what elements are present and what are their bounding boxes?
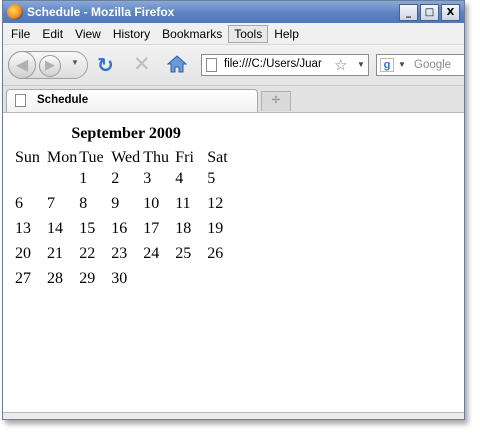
menu-edit[interactable]: Edit	[36, 25, 69, 43]
menu-file[interactable]: File	[5, 25, 36, 43]
calendar-table: September 2009 Sun Mon Tue Wed Thu Fri S…	[13, 125, 239, 294]
day-cell: 22	[79, 244, 96, 262]
day-cell: 7	[47, 194, 55, 212]
week-row: 6 7 8 9 10 11 12	[15, 194, 237, 217]
search-input[interactable]: Google	[414, 59, 451, 71]
weekday-sat: Sat	[207, 149, 228, 166]
history-dropdown-icon[interactable]: ▼	[71, 58, 79, 67]
day-cell: 20	[15, 244, 31, 262]
week-row: 20 21 22 23 24 25 26	[15, 244, 237, 267]
back-button[interactable]: ◀	[8, 51, 36, 79]
day-cell: 10	[143, 194, 160, 212]
menu-history[interactable]: History	[107, 25, 156, 43]
day-cell: 4	[175, 169, 184, 187]
calendar-caption: September 2009	[71, 125, 181, 142]
plus-icon: ✢	[271, 95, 281, 106]
title-bar: Schedule - Mozilla Firefox _ □ X	[3, 1, 464, 23]
day-cell: 29	[79, 269, 96, 287]
day-cell: 19	[207, 219, 224, 237]
day-cell: 16	[111, 219, 128, 237]
day-cell: 30	[111, 269, 128, 287]
week-row: 13 14 15 16 17 18 19	[15, 219, 237, 242]
day-cell: 3	[143, 169, 152, 187]
day-cell: 27	[15, 269, 31, 287]
back-forward-group: ◀ ▶ ▼	[8, 51, 88, 79]
day-cell: 23	[111, 244, 128, 262]
day-cell	[47, 169, 77, 192]
day-cell	[15, 169, 45, 192]
minimize-button[interactable]: _	[399, 4, 418, 21]
status-bar	[3, 412, 464, 419]
weekday-tue: Tue	[79, 149, 104, 166]
tab-bar: Schedule ✢	[3, 86, 464, 113]
reload-icon[interactable]: ↻	[97, 53, 114, 77]
page-icon	[15, 94, 26, 107]
weekday-mon: Mon	[47, 149, 78, 166]
maximize-button[interactable]: □	[420, 4, 439, 21]
stop-icon[interactable]: ✕	[133, 52, 151, 76]
google-logo-icon[interactable]: g	[380, 58, 394, 72]
day-cell	[175, 269, 205, 292]
day-cell: 12	[207, 194, 224, 212]
browser-window: Schedule - Mozilla Firefox _ □ X File Ed…	[2, 0, 465, 420]
search-bar[interactable]: g ▼ Google	[376, 54, 464, 76]
close-button[interactable]: X	[441, 4, 460, 21]
menu-help[interactable]: Help	[268, 25, 305, 43]
day-cell: 13	[15, 219, 31, 237]
day-cell: 28	[47, 269, 63, 287]
forward-button[interactable]: ▶	[39, 55, 61, 77]
week-row: 1 2 3 4 5	[15, 169, 237, 192]
address-bar[interactable]: file:///C:/Users/Juar ☆ ▼	[201, 54, 369, 76]
tab-schedule[interactable]: Schedule	[6, 89, 258, 112]
day-cell: 24	[143, 244, 160, 262]
day-cell: 9	[111, 194, 120, 212]
menu-bookmarks[interactable]: Bookmarks	[156, 25, 228, 43]
weekday-wed: Wed	[111, 149, 141, 166]
menu-view[interactable]: View	[69, 25, 107, 43]
forward-arrow-icon: ▶	[45, 58, 55, 73]
weekday-header-row: Sun Mon Tue Wed Thu Fri Sat	[15, 149, 237, 167]
search-engine-dropdown-icon[interactable]: ▼	[398, 60, 406, 69]
page-content: September 2009 Sun Mon Tue Wed Thu Fri S…	[3, 113, 464, 419]
day-cell: 21	[47, 244, 63, 262]
day-cell: 11	[175, 194, 191, 212]
day-cell	[207, 269, 237, 292]
menu-bar: File Edit View History Bookmarks Tools H…	[3, 23, 464, 45]
day-cell: 17	[143, 219, 160, 237]
address-bar-text[interactable]: file:///C:/Users/Juar	[224, 58, 322, 70]
day-cell: 18	[175, 219, 192, 237]
day-cell: 14	[47, 219, 63, 237]
url-dropdown-icon[interactable]: ▼	[357, 60, 365, 69]
back-arrow-icon: ◀	[15, 55, 29, 74]
home-icon[interactable]	[167, 55, 187, 73]
day-cell: 1	[79, 169, 88, 187]
day-cell: 2	[111, 169, 120, 187]
week-row: 27 28 29 30	[15, 269, 237, 292]
day-cell: 25	[175, 244, 192, 262]
day-cell: 26	[207, 244, 224, 262]
page-icon	[206, 58, 217, 72]
tab-title: Schedule	[37, 94, 89, 106]
day-cell	[143, 269, 173, 292]
weekday-sun: Sun	[15, 149, 40, 166]
weekday-fri: Fri	[175, 149, 194, 166]
firefox-logo-icon	[7, 4, 23, 20]
day-cell: 5	[207, 169, 216, 187]
new-tab-button[interactable]: ✢	[261, 91, 291, 111]
day-cell: 15	[79, 219, 96, 237]
navigation-toolbar: ◀ ▶ ▼ ↻ ✕ file:///C:/Users/Juar ☆ ▼ g ▼ …	[3, 45, 464, 86]
day-cell: 6	[15, 194, 23, 212]
bookmark-star-icon[interactable]: ☆	[334, 56, 347, 74]
window-title: Schedule - Mozilla Firefox	[27, 5, 175, 19]
menu-tools[interactable]: Tools	[228, 24, 269, 43]
weekday-thu: Thu	[143, 149, 170, 166]
day-cell: 8	[79, 194, 88, 212]
window-controls: _ □ X	[399, 4, 460, 21]
